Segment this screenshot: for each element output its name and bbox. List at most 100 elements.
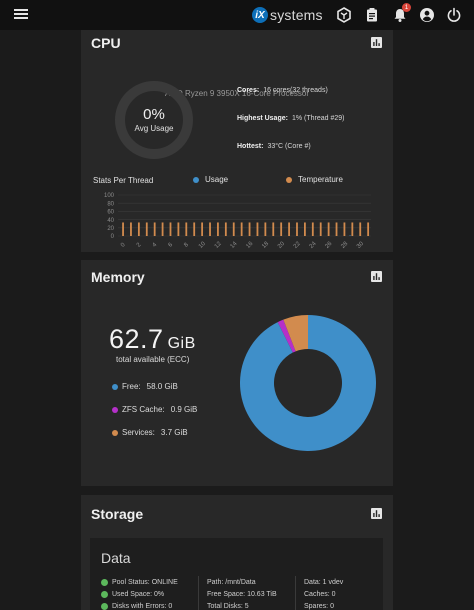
stats-per-thread-title: Stats Per Thread: [93, 176, 154, 185]
truecommand-icon[interactable]: [336, 7, 352, 23]
avg-usage-label: Avg Usage: [134, 124, 174, 133]
legend-usage-label: Usage: [205, 175, 229, 184]
memory-report-icon[interactable]: [371, 271, 382, 282]
highest-usage-value: 1% (Thread #29): [291, 115, 345, 122]
memory-legend-services: Services: 3.7 GiB: [112, 428, 188, 437]
logo-text: systems: [270, 7, 323, 23]
y-tick-label: 80: [107, 201, 114, 207]
zfs-cache-value: 0.9 GiB: [170, 405, 198, 414]
pool-data-vdevs: Data: 1 vdev: [304, 578, 344, 586]
legend-temperature[interactable]: Temperature: [286, 175, 343, 184]
highest-usage-label: Highest Usage:: [237, 115, 288, 122]
temperature-bar: [224, 222, 227, 236]
memory-donut-chart: [240, 315, 376, 451]
cores-value: 16 cores(32 threads): [263, 87, 328, 94]
temperature-bar: [217, 222, 219, 236]
pool-name: Data: [101, 550, 131, 566]
temperature-bar: [296, 222, 298, 236]
memory-legend-zfs-cache: ZFS Cache: 0.9 GiB: [112, 405, 197, 414]
x-tick-label: 16: [245, 240, 254, 249]
memory-total-value: 62.7: [109, 324, 164, 354]
used-space-row: Used Space: 0%: [101, 588, 178, 600]
legend-usage[interactable]: Usage: [193, 175, 228, 184]
check-circle-icon: [101, 578, 108, 586]
pool-space-column: Path: /mnt/Data Free Space: 10.63 TiB To…: [207, 576, 277, 610]
cpu-widget: CPU AMD Ryzen 9 3950X 16-Core Processor …: [81, 30, 393, 252]
pool-status-column: Pool Status: ONLINE Used Space: 0% Disks…: [101, 576, 178, 610]
task-manager-icon[interactable]: [364, 7, 380, 23]
ix-logo-mark: iX: [252, 7, 268, 23]
temperature-bar: [153, 222, 156, 236]
y-tick-label: 20: [107, 226, 114, 232]
pool-status-row: Pool Status: ONLINE: [101, 576, 178, 588]
cores-label: Cores:: [237, 87, 260, 94]
temperature-bar: [130, 222, 132, 236]
x-tick-label: 2: [136, 242, 143, 249]
cpu-hottest-stat: Hottest: 33°C (Core #): [237, 143, 311, 150]
temperature-bar: [209, 222, 211, 236]
free-space: Free Space: 10.63 TiB: [207, 590, 277, 598]
hottest-value: 33°C (Core #): [267, 143, 311, 150]
pool-vdev-column: Data: 1 vdev Caches: 0 Spares: 0: [304, 576, 343, 610]
alert-count-badge: 1: [402, 3, 411, 12]
temperature-bar: [122, 222, 124, 236]
ixsystems-logo[interactable]: iX systems: [252, 6, 323, 24]
x-tick-label: 30: [356, 240, 365, 249]
temperature-bar: [169, 222, 172, 236]
cpu-cores-stat: Cores: 16 cores(32 threads): [237, 87, 328, 94]
temperature-bar: [280, 222, 283, 236]
avg-usage-value: 0%: [143, 106, 165, 123]
services-legend-dot: [112, 429, 118, 436]
used-space: Used Space: 0%: [112, 590, 165, 598]
temperature-bar: [311, 222, 314, 236]
memory-widget: Memory 62.7 GiB total available (ECC) Fre…: [81, 260, 393, 486]
top-bar: iX systems 1: [0, 0, 474, 30]
x-tick-label: 20: [277, 240, 286, 249]
total-disks: Total Disks: 5: [207, 602, 249, 610]
pool-caches: Caches: 0: [304, 590, 336, 598]
memory-total-label: total available (ECC): [116, 355, 190, 364]
temperature-bar: [137, 222, 140, 236]
temperature-bar: [240, 222, 243, 236]
pool-path: Path: /mnt/Data: [207, 578, 256, 586]
hottest-label: Hottest:: [237, 143, 264, 150]
zfs-cache-label: ZFS Cache:: [122, 405, 165, 414]
x-tick-label: 8: [183, 242, 190, 249]
hamburger-menu-icon[interactable]: [14, 9, 28, 20]
memory-legend-free: Free: 58.0 GiB: [112, 382, 178, 391]
check-circle-icon: [101, 590, 108, 598]
y-tick-label: 40: [107, 218, 114, 224]
y-tick-label: 60: [107, 210, 114, 216]
zfs-cache-legend-dot: [112, 406, 118, 413]
temperature-bar: [335, 222, 338, 236]
temperature-bar: [177, 222, 180, 236]
temperature-bar: [264, 222, 267, 236]
temperature-bar: [351, 222, 354, 236]
account-icon[interactable]: [419, 7, 435, 23]
storage-widget: Storage Data Pool Status: ONLINE Used Sp…: [81, 495, 393, 610]
pool-divider: [198, 576, 199, 610]
cpu-report-icon[interactable]: [371, 37, 382, 48]
services-label: Services:: [122, 428, 155, 437]
x-tick-label: 6: [168, 242, 175, 249]
storage-report-icon[interactable]: [371, 508, 382, 519]
pool-divider: [295, 576, 296, 610]
pool-spares: Spares: 0: [304, 602, 334, 610]
temperature-bar: [161, 222, 164, 236]
power-icon[interactable]: [446, 7, 462, 23]
check-circle-icon: [101, 602, 108, 610]
x-tick-label: 18: [261, 240, 270, 249]
free-legend-dot: [112, 383, 118, 390]
stats-per-thread-chart: 1008060402000 2 4 6 8 10 12 14 16 18 20 22 24 26 28 30: [104, 193, 371, 250]
x-tick-label: 26: [324, 240, 333, 249]
temperature-bar: [248, 222, 251, 236]
pool-data-panel: Data Pool Status: ONLINE Used Space: 0% …: [90, 538, 383, 610]
temperature-bar: [303, 222, 306, 236]
temperature-bar: [232, 222, 235, 236]
free-value: 58.0 GiB: [146, 382, 178, 391]
x-tick-label: 28: [340, 240, 349, 249]
usage-legend-dot: [193, 176, 199, 183]
disks-with-errors: Disks with Errors: 0: [112, 602, 173, 610]
x-tick-label: 0: [120, 242, 127, 249]
temperature-legend-dot: [286, 176, 292, 183]
